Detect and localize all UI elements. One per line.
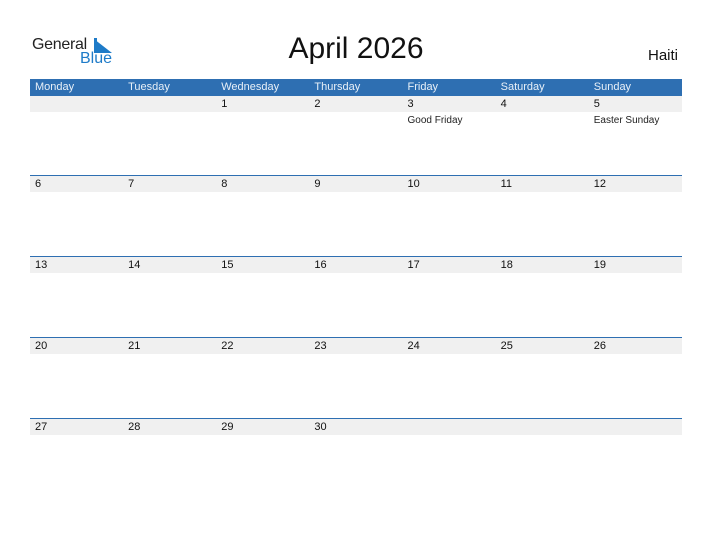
day-number: 24 — [402, 338, 496, 354]
calendar-day-cell: 22 — [216, 338, 310, 419]
calendar-day-cell: 10 — [402, 176, 496, 257]
weekday-sunday: Sunday — [593, 81, 632, 93]
calendar-day-cell: 23 — [309, 338, 403, 419]
day-number: 2 — [309, 96, 403, 112]
calendar-day-cell: 9 — [309, 176, 403, 257]
weekday-tuesday: Tuesday — [128, 81, 170, 93]
day-number: 1 — [216, 96, 310, 112]
calendar-day-cell — [402, 419, 496, 500]
day-number: 10 — [402, 176, 496, 192]
country-label: Haiti — [647, 47, 678, 64]
calendar-day-cell: 8 — [216, 176, 310, 257]
calendar-day-cell: 26 — [588, 338, 682, 419]
day-number — [495, 419, 589, 435]
calendar-day-cell: 30 — [309, 419, 403, 500]
calendar-day-cell: 27 — [30, 419, 124, 500]
calendar-day-cell: 18 — [495, 257, 589, 338]
day-number: 26 — [588, 338, 682, 354]
calendar-day-cell: 25 — [495, 338, 589, 419]
calendar-day-cell: 14 — [123, 257, 217, 338]
calendar-day-cell: 7 — [123, 176, 217, 257]
day-number: 21 — [123, 338, 217, 354]
day-number: 4 — [495, 96, 589, 112]
calendar-day-cell: 12 — [588, 176, 682, 257]
day-number: 12 — [588, 176, 682, 192]
day-number: 7 — [123, 176, 217, 192]
day-number: 19 — [588, 257, 682, 273]
day-number — [123, 96, 217, 112]
day-number: 17 — [402, 257, 496, 273]
calendar-day-cell — [495, 419, 589, 500]
day-number: 13 — [30, 257, 124, 273]
calendar-day-cell: 19 — [588, 257, 682, 338]
calendar-day-cell: 17 — [402, 257, 496, 338]
day-number: 9 — [309, 176, 403, 192]
holiday-label: Good Friday — [407, 115, 463, 126]
day-number: 30 — [309, 419, 403, 435]
calendar-day-cell: 15 — [216, 257, 310, 338]
calendar-day-cell: 6 — [30, 176, 124, 257]
calendar-day-cell: 2 — [309, 96, 403, 177]
calendar-day-cell: 20 — [30, 338, 124, 419]
calendar-day-cell — [30, 96, 124, 177]
calendar-day-cell: 21 — [123, 338, 217, 419]
calendar-week: 1 2 3 Good Friday 4 5 Easter Sunday — [30, 96, 682, 177]
day-number: 11 — [495, 176, 589, 192]
calendar-day-cell — [123, 96, 217, 177]
day-number: 3 — [402, 96, 496, 112]
day-number: 25 — [495, 338, 589, 354]
calendar-day-cell: 13 — [30, 257, 124, 338]
day-number — [30, 96, 124, 112]
day-number: 27 — [30, 419, 124, 435]
calendar-day-cell — [588, 419, 682, 500]
calendar-day-cell: 11 — [495, 176, 589, 257]
calendar-day-cell: 28 — [123, 419, 217, 500]
day-number: 22 — [216, 338, 310, 354]
weekday-thursday: Thursday — [314, 81, 361, 93]
calendar-day-cell: 5 Easter Sunday — [588, 96, 682, 177]
day-number: 15 — [216, 257, 310, 273]
day-number: 16 — [309, 257, 403, 273]
day-number: 5 — [588, 96, 682, 112]
weekday-friday: Friday — [407, 81, 439, 93]
calendar-day-cell: 16 — [309, 257, 403, 338]
calendar-day-cell: 3 Good Friday — [402, 96, 496, 177]
calendar-day-cell: 24 — [402, 338, 496, 419]
weekday-saturday: Saturday — [500, 81, 545, 93]
day-number: 6 — [30, 176, 124, 192]
calendar-day-cell: 1 — [216, 96, 310, 177]
day-number: 14 — [123, 257, 217, 273]
day-number: 29 — [216, 419, 310, 435]
day-number — [588, 419, 682, 435]
weekday-monday: Monday — [35, 81, 75, 93]
day-number — [402, 419, 496, 435]
calendar-week: 6 7 8 9 10 11 12 — [30, 175, 682, 257]
day-number: 8 — [216, 176, 310, 192]
day-number: 18 — [495, 257, 589, 273]
weekday-header: Monday Tuesday Wednesday Thursday Friday… — [30, 79, 682, 96]
page-title: April 2026 — [288, 32, 424, 65]
day-number: 23 — [309, 338, 403, 354]
day-number: 20 — [30, 338, 124, 354]
calendar-day-cell: 4 — [495, 96, 589, 177]
calendar-week: 27 28 29 30 — [30, 418, 682, 500]
day-number: 28 — [123, 419, 217, 435]
weekday-wednesday: Wednesday — [221, 81, 280, 93]
calendar-day-cell: 29 — [216, 419, 310, 500]
calendar-week: 20 21 22 23 24 25 26 — [30, 337, 682, 419]
holiday-label: Easter Sunday — [593, 115, 660, 126]
calendar-week: 13 14 15 16 17 18 19 — [30, 256, 682, 338]
